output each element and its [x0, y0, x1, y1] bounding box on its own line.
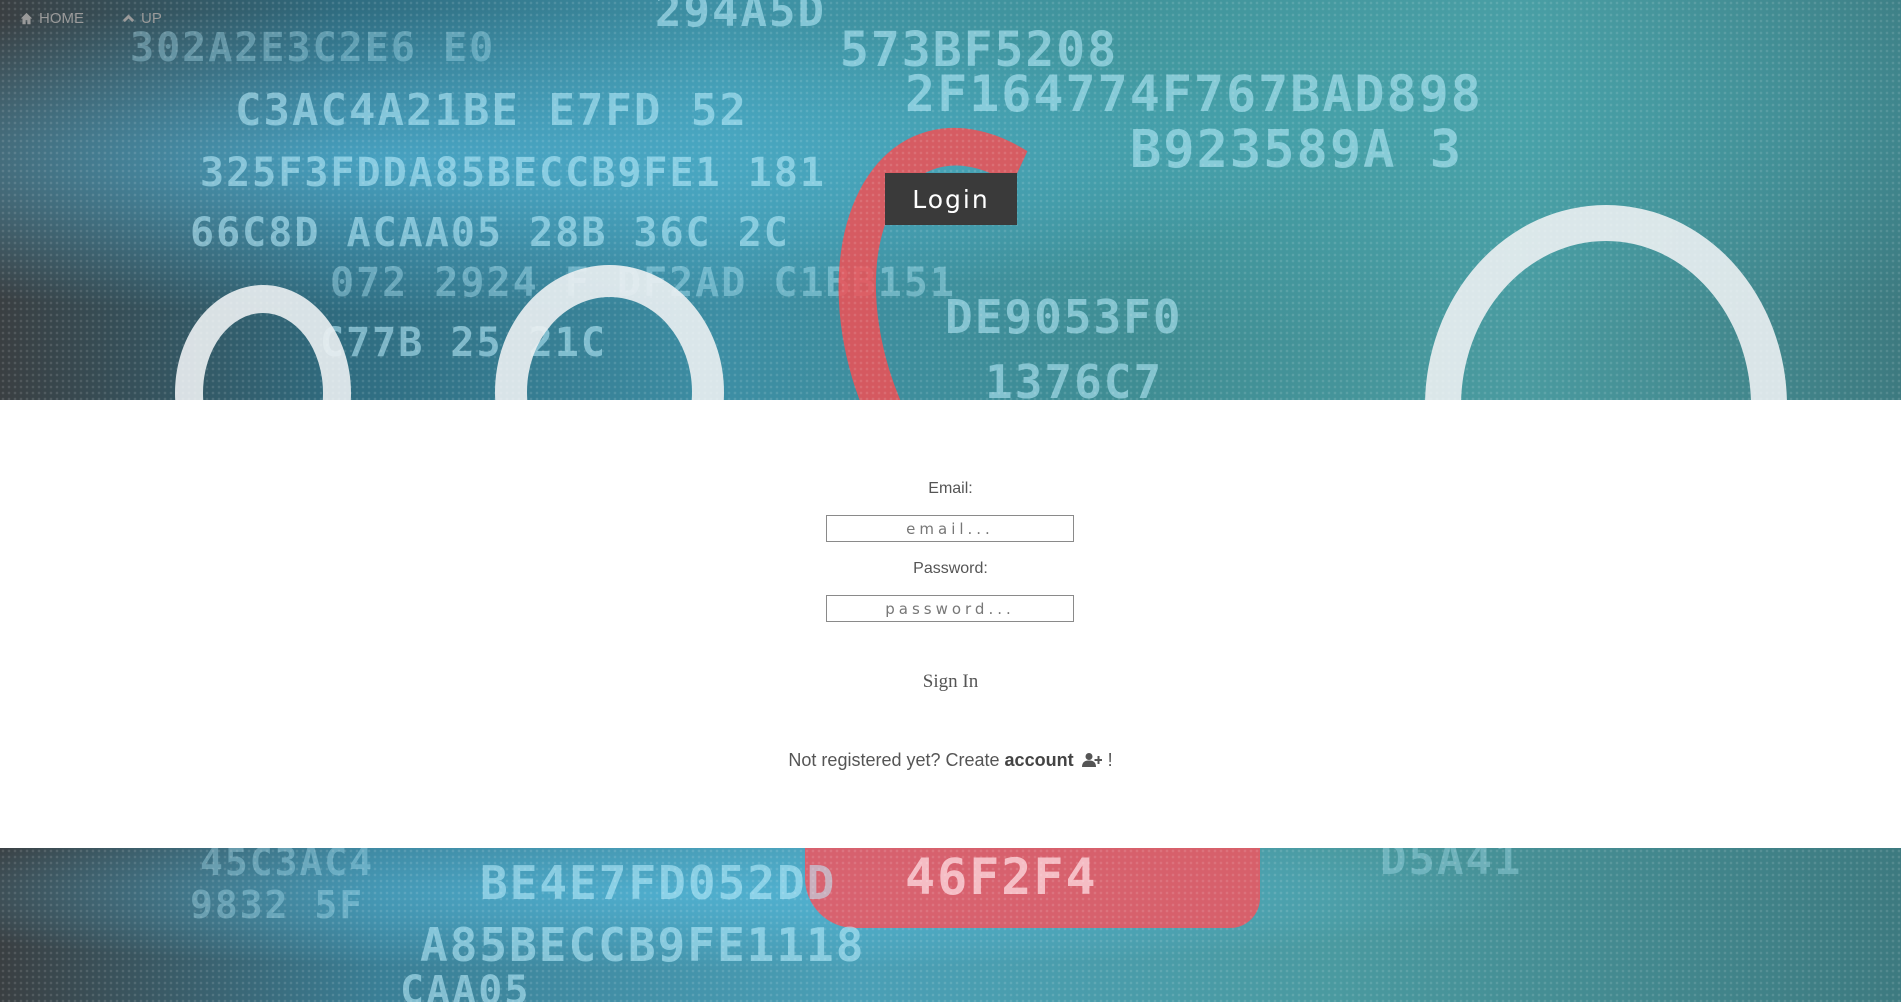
hex-text: 072 2924 F DF2AD C1BB151 [330, 260, 956, 306]
lock-ring-graphic [175, 285, 351, 400]
hex-text: 45C3AC4 [200, 848, 375, 884]
top-nav: HOME UP [20, 10, 162, 27]
hex-code-background: 45C3AC4 BE4E7FD052DD 9832 5F A85BECCB9FE… [0, 848, 1901, 1002]
hex-text: C3AC4A21BE E7FD 52 [235, 85, 748, 136]
chevron-up-icon [122, 14, 135, 23]
home-link-label: HOME [39, 10, 84, 27]
lock-ring-graphic [495, 265, 724, 400]
page-title: Login [885, 173, 1017, 225]
email-label: Email: [928, 480, 973, 497]
login-form: Email: Password: Sign In Not registered … [0, 400, 1901, 848]
hex-text: BE4E7FD052DD [480, 856, 837, 910]
email-field[interactable] [826, 515, 1074, 542]
lock-ring-graphic [1425, 205, 1787, 400]
hex-text: 294A5D [655, 0, 826, 37]
login-page: 294A5D 573BF5208 2F164774F767BAD898 302A… [0, 0, 1901, 1002]
user-plus-icon [1081, 753, 1103, 767]
hex-text: D5A41 [1380, 848, 1523, 885]
up-link-label: UP [141, 10, 162, 27]
create-account-link[interactable]: account [1005, 750, 1074, 770]
register-prompt: Not registered yet? Create account! [0, 750, 1901, 771]
register-prefix: Not registered yet? Create [788, 750, 1000, 770]
footer-banner: 45C3AC4 BE4E7FD052DD 9832 5F A85BECCB9FE… [0, 848, 1901, 1002]
hex-text: 1376C7 [985, 355, 1164, 400]
home-link[interactable]: HOME [20, 10, 84, 27]
red-padlock-body [805, 848, 1260, 928]
hex-text: 573BF5208 [840, 22, 1119, 78]
hex-text: 2F164774F767BAD898 [905, 65, 1483, 123]
sign-in-button[interactable]: Sign In [0, 670, 1901, 694]
hero-banner: 294A5D 573BF5208 2F164774F767BAD898 302A… [0, 0, 1901, 400]
hex-text: A85BECCB9FE1118 [420, 918, 866, 972]
password-field[interactable] [826, 595, 1074, 622]
register-suffix: ! [1107, 750, 1113, 770]
hex-text: 66C8D ACAA05 28B 36C 2C [190, 210, 790, 256]
hex-text: 325F3FDDA85BECCB9FE1 181 [200, 150, 826, 196]
password-label: Password: [913, 560, 988, 577]
hex-text: CAA05 [400, 968, 531, 1002]
hex-text: B923589A 3 [1130, 120, 1464, 180]
hex-text: C77B 25 21C [320, 320, 607, 366]
hex-text: 302A2E3C2E6 E0 [130, 25, 496, 71]
up-link[interactable]: UP [122, 10, 162, 27]
hex-text: 46F2F4 [905, 848, 1098, 906]
hex-text: 9832 5F [190, 883, 365, 927]
red-padlock-shackle [780, 83, 1216, 400]
home-icon [20, 12, 33, 25]
hex-text: DE9053F0 [945, 290, 1183, 344]
